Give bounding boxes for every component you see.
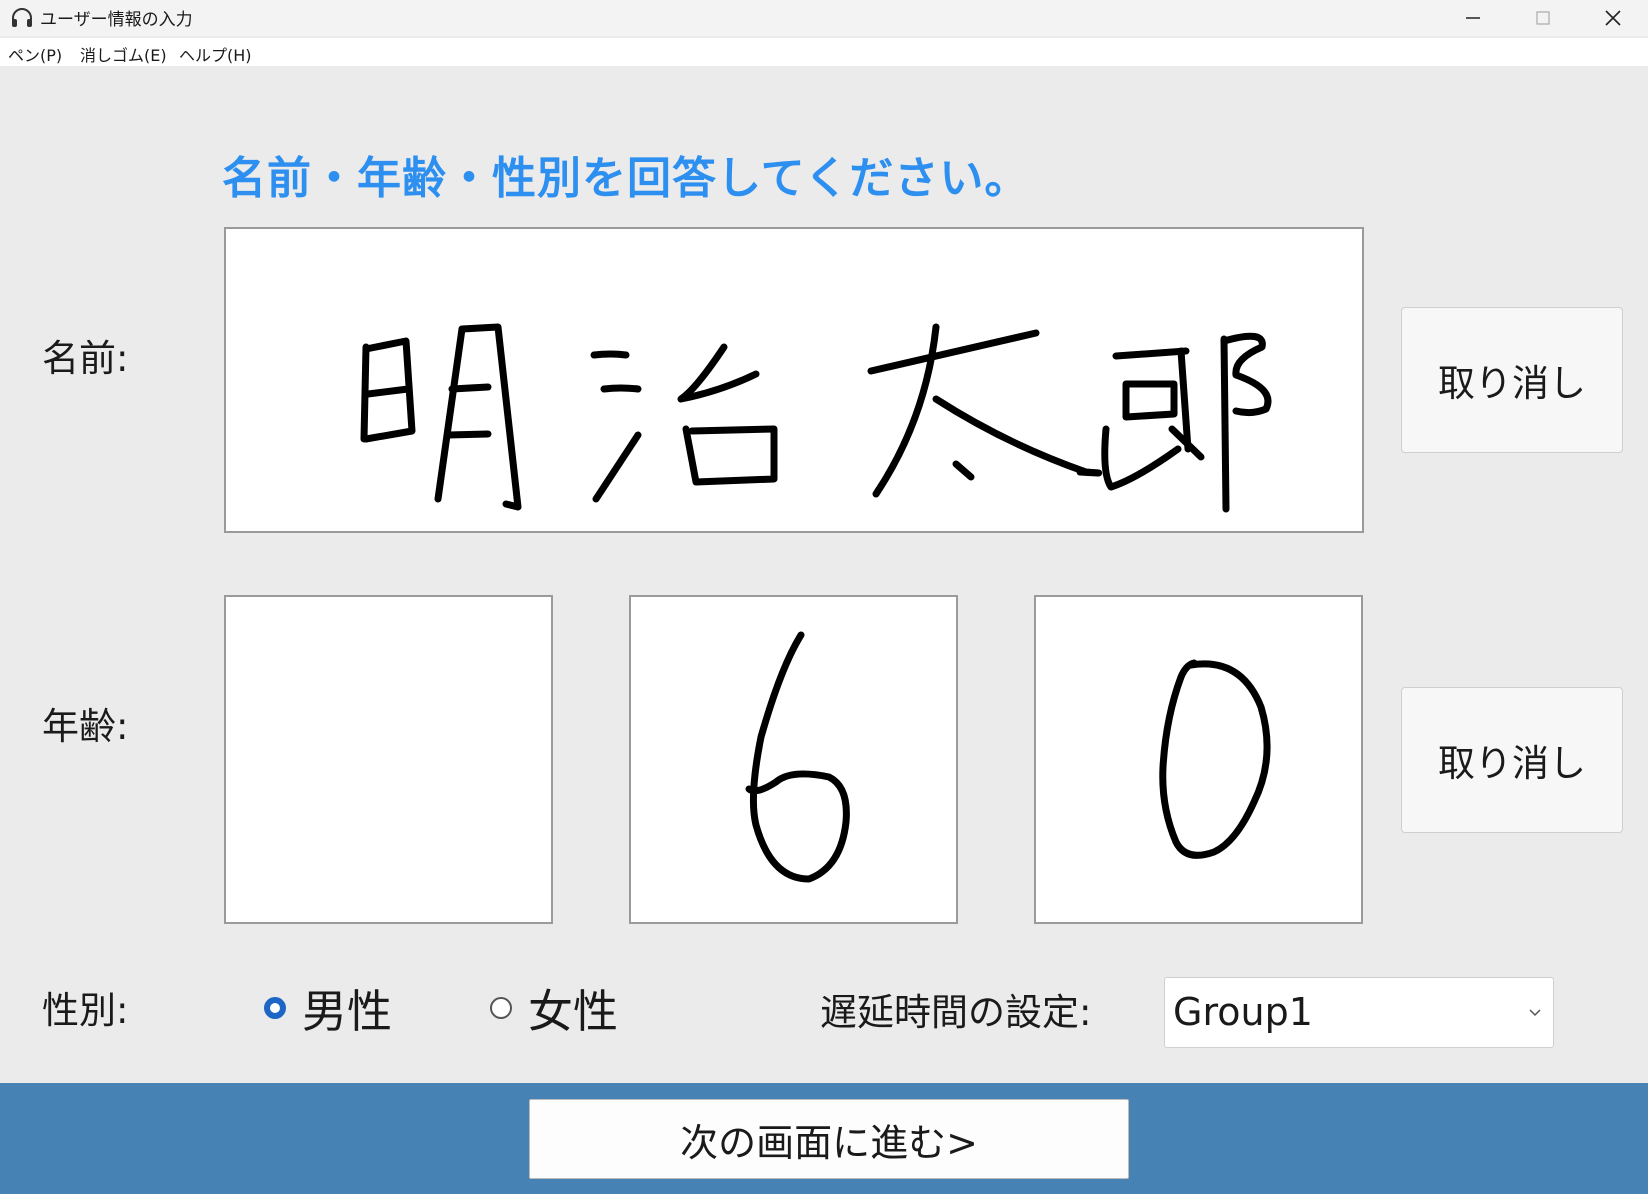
radio-checked-icon: [264, 996, 286, 1019]
age-digit-2-canvas[interactable]: [629, 595, 958, 924]
delay-setting-label: 遅延時間の設定:: [820, 991, 1092, 1034]
gender-female-radio[interactable]: 女性: [490, 975, 618, 1040]
gender-female-label: 女性: [528, 985, 619, 1038]
menu-bar: ペン(P) 消しゴム(E) ヘルプ(H): [0, 38, 1648, 66]
app-window: ユーザー情報の入力 ペン(P) 消しゴム(E) ヘルプ(H) 名前・年齢・性別を…: [0, 0, 1648, 1194]
close-button[interactable]: [1578, 0, 1648, 36]
page-heading: 名前・年齢・性別を回答してください。: [222, 153, 1030, 204]
name-label: 名前:: [42, 337, 129, 380]
age-digit-3-canvas[interactable]: [1034, 595, 1363, 924]
window-title: ユーザー情報の入力: [40, 10, 193, 30]
next-screen-button[interactable]: 次の画面に進む>: [529, 1099, 1129, 1179]
handwriting-name-strokes: [360, 323, 1272, 513]
delay-group-select[interactable]: Group1: [1164, 977, 1554, 1048]
menu-eraser[interactable]: 消しゴム(E): [80, 42, 167, 66]
delay-group-value: Group1: [1173, 990, 1313, 1034]
handwriting-digit-0: [1159, 659, 1271, 859]
title-bar: ユーザー情報の入力: [0, 0, 1648, 36]
gender-label: 性別:: [42, 989, 129, 1032]
undo-age-button[interactable]: 取り消し: [1401, 687, 1623, 833]
menu-help[interactable]: ヘルプ(H): [179, 42, 252, 66]
menu-pen[interactable]: ペン(P): [8, 42, 62, 66]
gender-male-label: 男性: [302, 985, 393, 1038]
gender-male-radio[interactable]: 男性: [264, 975, 392, 1040]
age-digit-1-canvas[interactable]: [224, 595, 553, 924]
radio-unchecked-icon: [490, 996, 512, 1019]
maximize-button[interactable]: [1508, 0, 1578, 36]
chevron-down-icon: [1527, 1004, 1543, 1020]
undo-name-button[interactable]: 取り消し: [1401, 307, 1623, 453]
minimize-button[interactable]: [1438, 0, 1508, 36]
handwriting-digit-6: [745, 631, 850, 883]
name-handwriting-canvas[interactable]: [224, 227, 1364, 533]
age-label: 年齢:: [42, 705, 129, 748]
headphones-icon: [10, 6, 34, 30]
